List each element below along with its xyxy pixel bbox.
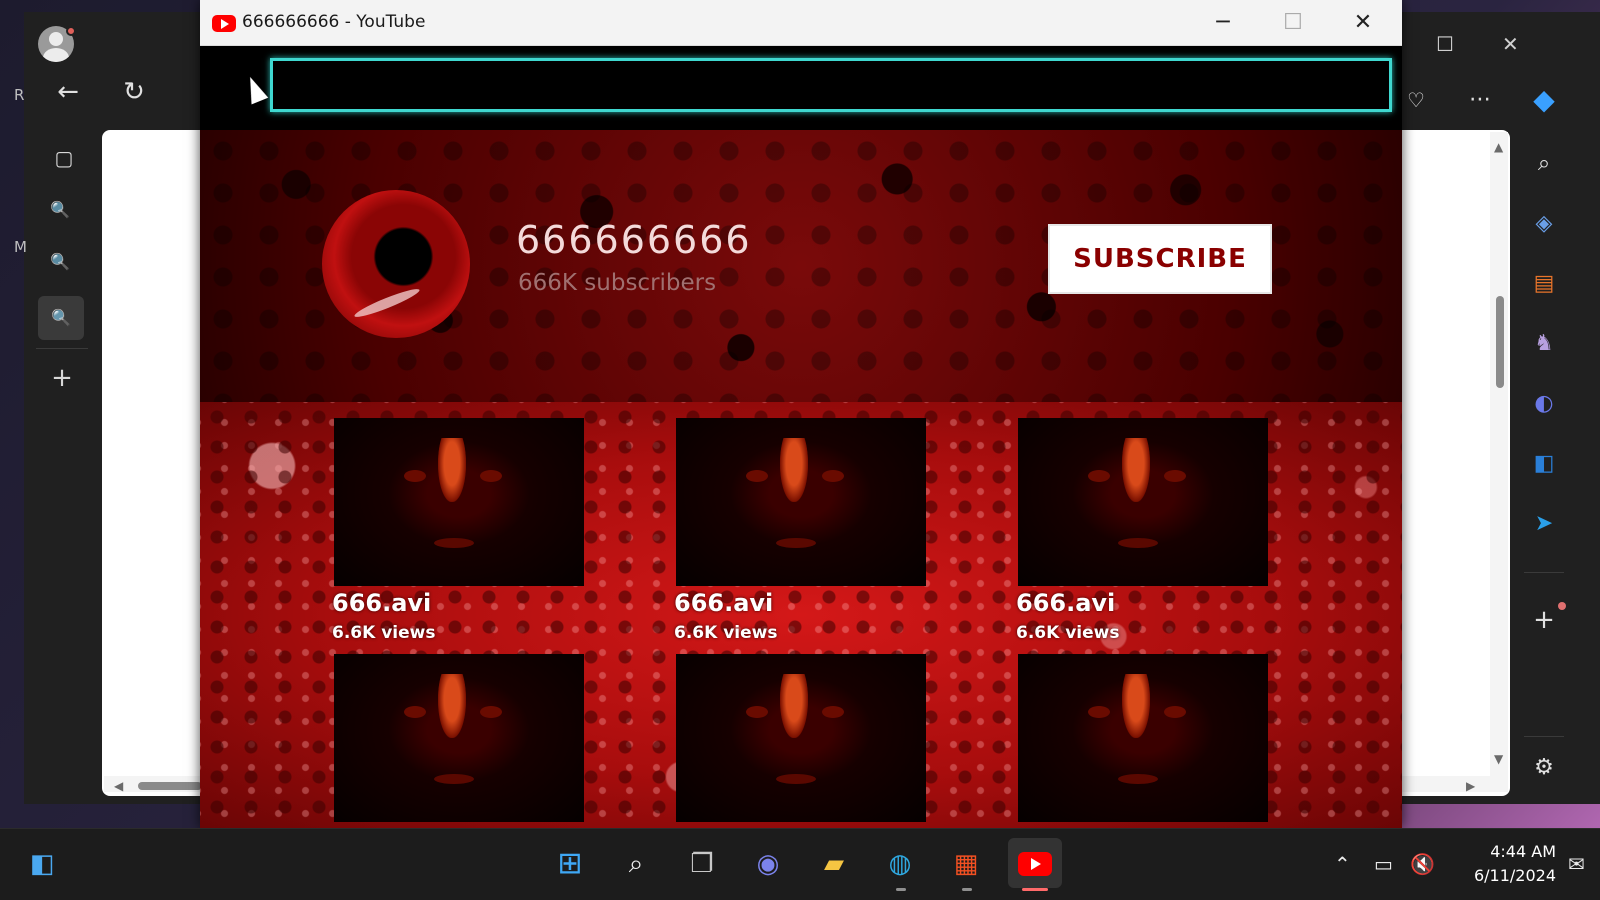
- close-button[interactable]: ✕: [1340, 6, 1386, 40]
- video-views: 6.6K views: [1016, 623, 1120, 643]
- browser-close-button[interactable]: ✕: [1502, 32, 1519, 56]
- file-explorer-icon[interactable]: ▰: [812, 844, 856, 884]
- show-hidden-icons-chevron-icon[interactable]: ⌃: [1334, 852, 1351, 876]
- subscriber-count: 666K subscribers: [518, 270, 717, 296]
- sidebar-add-icon[interactable]: +: [1526, 602, 1562, 638]
- sidebar-settings-icon[interactable]: ⚙: [1526, 750, 1562, 786]
- video-thumbnail[interactable]: [1018, 418, 1268, 586]
- youtube-active-indicator: [1022, 888, 1048, 891]
- video-title[interactable]: 666.avi: [674, 589, 773, 617]
- vertical-scroll-thumb[interactable]: [1496, 296, 1504, 388]
- volume-muted-icon[interactable]: 🔇: [1410, 852, 1435, 876]
- copilot-icon[interactable]: ◆: [1526, 82, 1562, 118]
- video-views: 6.6K views: [674, 623, 778, 643]
- search-input[interactable]: [270, 58, 1392, 112]
- browser-essentials-icon[interactable]: ♡: [1398, 82, 1434, 118]
- sidebar-briefcase-icon[interactable]: ▤: [1526, 266, 1562, 302]
- tab-actions-icon[interactable]: ▢: [46, 140, 82, 176]
- notifications-icon[interactable]: ✉: [1568, 852, 1585, 876]
- widgets-icon[interactable]: ◧: [20, 844, 64, 884]
- back-arrow-icon[interactable]: ←: [50, 74, 86, 110]
- horizontal-scroll-thumb[interactable]: [138, 782, 202, 790]
- youtube-taskbar-icon: [1018, 851, 1052, 876]
- video-title[interactable]: 666.avi: [332, 589, 431, 617]
- microsoft-store-icon[interactable]: ▦: [944, 844, 988, 884]
- tab-search-icon-1[interactable]: 🔍: [42, 192, 78, 228]
- window-title: 666666666 - YouTube: [242, 12, 426, 32]
- scroll-up-arrow-icon[interactable]: ▲: [1494, 140, 1503, 154]
- sidebar-search-icon[interactable]: ⌕: [1526, 146, 1562, 182]
- sidebar-notification-dot: [1558, 602, 1566, 610]
- scroll-right-arrow-icon[interactable]: ▶: [1466, 779, 1475, 793]
- task-view-icon[interactable]: ❐: [680, 844, 724, 884]
- video-thumbnail[interactable]: [676, 418, 926, 586]
- video-thumbnail[interactable]: [1018, 654, 1268, 822]
- video-thumbnail[interactable]: [676, 654, 926, 822]
- video-thumbnail[interactable]: [334, 418, 584, 586]
- background-text-r: R: [14, 86, 25, 104]
- network-icon[interactable]: ▭: [1374, 852, 1393, 876]
- youtube-taskbar-button[interactable]: [1008, 838, 1062, 888]
- refresh-icon[interactable]: ↻: [116, 74, 152, 110]
- profile-notification-dot: [66, 26, 76, 36]
- chat-icon[interactable]: ◉: [746, 844, 790, 884]
- youtube-titlebar: 666666666 - YouTube ─ ☐ ✕: [200, 0, 1402, 46]
- clock-time[interactable]: 4:44 AM: [1466, 842, 1556, 861]
- maximize-button[interactable]: ☐: [1270, 6, 1316, 40]
- sidebar-outlook-icon[interactable]: ◧: [1526, 446, 1562, 482]
- sidebar-send-icon[interactable]: ➤: [1526, 506, 1562, 542]
- video-views: 6.6K views: [332, 623, 436, 643]
- scroll-left-arrow-icon[interactable]: ◀: [114, 779, 123, 793]
- sidebar-chess-icon[interactable]: ♞: [1526, 326, 1562, 362]
- taskbar-search-icon[interactable]: ⌕: [614, 844, 658, 884]
- youtube-window: 666666666 - YouTube ─ ☐ ✕ 666666666 666K…: [200, 0, 1402, 828]
- vertical-scrollbar[interactable]: [1490, 132, 1508, 792]
- minimize-button[interactable]: ─: [1200, 6, 1246, 40]
- tab-divider: [36, 348, 88, 349]
- more-options-icon[interactable]: ⋯: [1462, 82, 1498, 118]
- subscribe-button[interactable]: SUBSCRIBE: [1048, 224, 1272, 294]
- sidebar-tag-icon[interactable]: ◈: [1526, 206, 1562, 242]
- edge-running-indicator: [896, 888, 906, 891]
- browser-maximize-button[interactable]: ☐: [1436, 32, 1454, 56]
- new-tab-plus-icon[interactable]: +: [44, 360, 80, 396]
- clock-date[interactable]: 6/11/2024: [1446, 866, 1556, 885]
- channel-avatar[interactable]: [322, 190, 470, 338]
- scroll-down-arrow-icon[interactable]: ▼: [1494, 752, 1503, 766]
- store-running-indicator: [962, 888, 972, 891]
- sidebar-divider-2: [1524, 736, 1564, 737]
- tab-search-icon-3-active[interactable]: 🔍: [38, 296, 84, 340]
- start-windows-icon[interactable]: ⊞: [548, 844, 592, 884]
- youtube-logo-icon: [212, 15, 236, 32]
- channel-name: 666666666: [516, 218, 752, 262]
- tab-search-icon-2[interactable]: 🔍: [42, 244, 78, 280]
- sidebar-designer-icon[interactable]: ◐: [1526, 386, 1562, 422]
- background-text-m: M: [14, 238, 27, 256]
- sidebar-divider-1: [1524, 572, 1564, 573]
- video-thumbnail[interactable]: [334, 654, 584, 822]
- edge-browser-icon[interactable]: ◍: [878, 844, 922, 884]
- video-title[interactable]: 666.avi: [1016, 589, 1115, 617]
- taskbar: [0, 828, 1600, 900]
